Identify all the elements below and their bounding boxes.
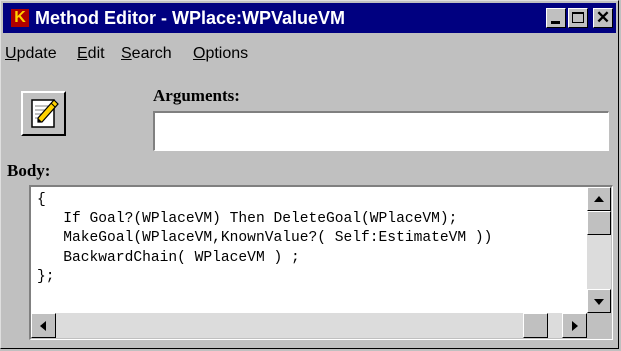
scroll-up-button[interactable] [587, 187, 611, 211]
menu-search[interactable]: Search [121, 45, 172, 63]
body-editor: { If Goal?(WPlaceVM) Then DeleteGoal(WPl… [29, 185, 613, 340]
menu-options-label: ptions [205, 45, 249, 62]
body-label: Body: [7, 161, 51, 180]
minimize-button[interactable] [546, 8, 566, 28]
arguments-input[interactable] [153, 111, 609, 151]
close-button[interactable]: ✕ [593, 8, 613, 28]
app-icon[interactable]: K [11, 9, 29, 27]
scrollbar-corner [587, 313, 611, 338]
menu-update-mnemonic: U [5, 45, 17, 62]
horizontal-scrollbar[interactable] [31, 313, 587, 338]
body-code: { If Goal?(WPlaceVM) Then DeleteGoal(WPl… [37, 192, 493, 285]
maximize-button[interactable] [568, 8, 588, 28]
minimize-icon [551, 21, 560, 24]
menu-search-mnemonic: S [121, 45, 132, 62]
title-bar[interactable]: K Method Editor - WPlace:WPValueVM ✕ [3, 3, 616, 33]
notepad-pencil-icon [31, 99, 59, 128]
scroll-right-button[interactable] [562, 313, 587, 338]
scroll-down-button[interactable] [587, 289, 611, 313]
close-icon: ✕ [595, 8, 611, 27]
menu-edit[interactable]: Edit [77, 45, 105, 63]
menu-edit-mnemonic: E [77, 45, 88, 62]
menu-update-label: pdate [16, 45, 57, 62]
maximize-icon [572, 12, 584, 23]
menu-search-label: earch [131, 45, 172, 62]
arrow-right-icon [572, 321, 578, 331]
edit-arguments-button[interactable] [21, 91, 66, 136]
body-textarea[interactable]: { If Goal?(WPlaceVM) Then DeleteGoal(WPl… [31, 187, 587, 313]
menu-options-mnemonic: O [193, 45, 206, 62]
horizontal-scroll-thumb[interactable] [523, 313, 548, 338]
method-editor-window: K Method Editor - WPlace:WPValueVM ✕ Upd… [0, 0, 619, 349]
menu-options[interactable]: Options [193, 45, 248, 63]
vertical-scroll-thumb[interactable] [587, 211, 611, 235]
vertical-scrollbar[interactable] [587, 187, 611, 313]
scroll-left-button[interactable] [31, 313, 56, 338]
arrow-up-icon [594, 196, 604, 202]
arrow-left-icon [40, 321, 46, 331]
arguments-label: Arguments: [153, 86, 240, 105]
menu-edit-label: dit [87, 45, 105, 62]
menu-update[interactable]: Update [5, 45, 57, 63]
arrow-down-icon [594, 299, 604, 305]
window-title: Method Editor - WPlace:WPValueVM [35, 8, 346, 28]
